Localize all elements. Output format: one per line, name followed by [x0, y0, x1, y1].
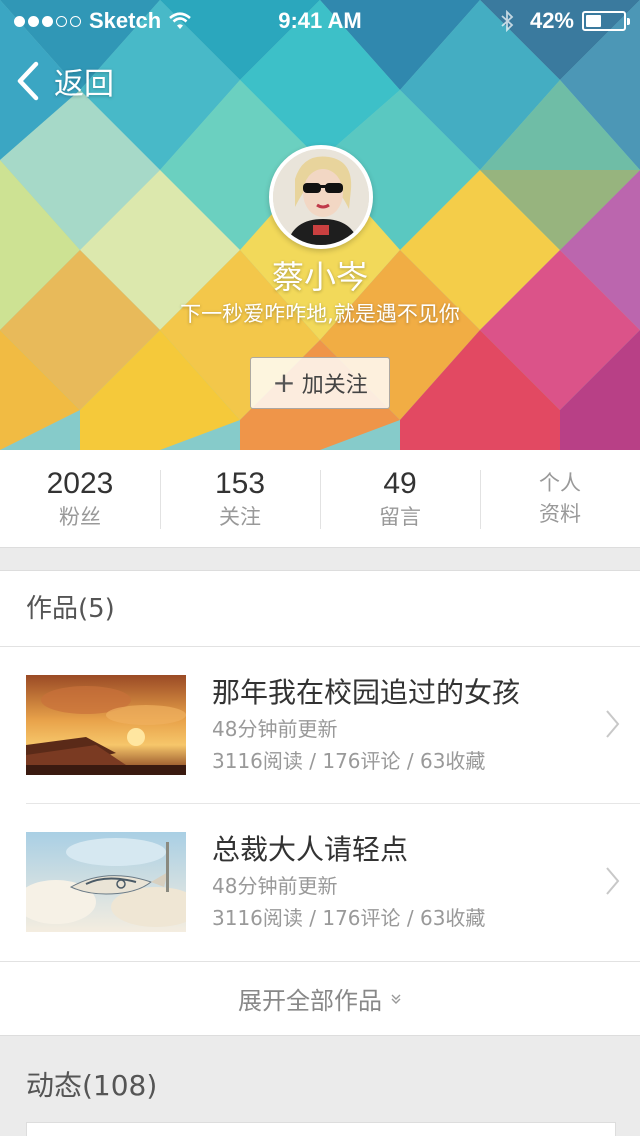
chevron-right-icon	[606, 867, 620, 895]
profile-info-label-line2: 资料	[539, 501, 581, 526]
stats-bar: 2023 粉丝 153 关注 49 留言 个人 资料	[0, 450, 640, 548]
stat-value: 2023	[46, 466, 114, 500]
works-title: 作品(5)	[0, 571, 640, 647]
list-item[interactable]: 那年我在校园追过的女孩 48分钟前更新 3116阅读 / 176评论 / 63收…	[0, 647, 640, 803]
stat-fans[interactable]: 2023 粉丝	[0, 450, 160, 547]
profile-header: Sketch 9:41 AM 42% 返回 蔡小岑 下一秒爱咋咋地,就是遇不见你…	[0, 0, 640, 450]
work-stats: 3116阅读 / 176评论 / 63收藏	[212, 749, 486, 773]
battery-percent: 42%	[529, 8, 574, 33]
activity-title: 动态(108)	[26, 1069, 158, 1102]
stat-following[interactable]: 153 关注	[160, 450, 320, 547]
list-item[interactable]: 总裁大人请轻点 48分钟前更新 3116阅读 / 176评论 / 63收藏	[26, 803, 640, 959]
works-section: 作品(5) 那年我在校园追过的女孩 48分钟前更新 3116阅读 / 176评论…	[0, 570, 640, 1036]
stat-value: 153	[214, 466, 266, 500]
stat-label: 关注	[219, 504, 261, 529]
work-title: 那年我在校园追过的女孩	[212, 676, 521, 709]
profile-info-label-line1: 个人	[539, 470, 581, 495]
stat-label: 留言	[379, 504, 421, 529]
stat-messages[interactable]: 49 留言	[320, 450, 480, 547]
stat-label: 粉丝	[59, 504, 101, 529]
battery-icon	[582, 11, 630, 31]
avatar-photo	[273, 149, 369, 245]
follow-label: 加关注	[301, 373, 368, 398]
work-title: 总裁大人请轻点	[212, 833, 409, 866]
profile-motto: 下一秒爱咋咋地,就是遇不见你	[180, 302, 460, 326]
work-updated: 48分钟前更新	[212, 717, 338, 741]
work-thumbnail	[26, 832, 186, 932]
follow-button[interactable]: + 加关注	[250, 357, 390, 409]
work-updated: 48分钟前更新	[212, 874, 338, 898]
back-button[interactable]: 返回	[16, 58, 114, 104]
avatar[interactable]	[269, 145, 373, 249]
double-chevron-down-icon	[391, 994, 401, 1004]
work-stats: 3116阅读 / 176评论 / 63收藏	[212, 906, 486, 930]
plus-icon: +	[272, 366, 296, 399]
back-label: 返回	[54, 67, 114, 102]
stat-value: 49	[383, 466, 417, 500]
status-bar: Sketch 9:41 AM 42%	[0, 0, 640, 40]
chevron-left-icon	[17, 61, 39, 101]
activity-card[interactable]	[26, 1122, 616, 1136]
profile-name: 蔡小岑	[271, 258, 368, 296]
bluetooth-icon	[501, 10, 514, 32]
expand-works-label: 展开全部作品	[238, 987, 382, 1015]
chevron-right-icon	[606, 710, 620, 738]
work-thumbnail	[26, 675, 186, 775]
expand-works-button[interactable]: 展开全部作品	[0, 961, 640, 1035]
profile-info-link[interactable]: 个人 资料	[480, 450, 640, 547]
